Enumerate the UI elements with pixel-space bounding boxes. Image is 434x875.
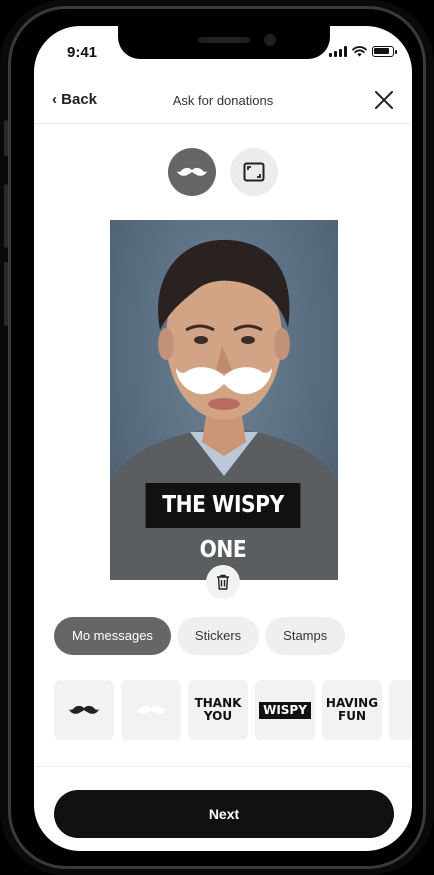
- sticker-category-tabs: Mo messages Stickers Stamps: [54, 617, 346, 655]
- close-icon[interactable]: [372, 88, 396, 112]
- nav-bar: ‹ Back Ask for donations: [34, 84, 412, 124]
- delete-button[interactable]: [206, 565, 240, 599]
- caption-sticker[interactable]: THE WISPY ONE: [145, 483, 301, 563]
- front-camera: [264, 34, 276, 46]
- screen: 9:41 ‹ Back Ask for donations THE WISPY …: [34, 26, 412, 851]
- sticker-mustache[interactable]: [54, 680, 114, 740]
- sticker-line: FUN: [338, 709, 366, 723]
- white-mustache-icon: [136, 705, 166, 714]
- sticker-picker: THANK YOU WISPY HAVING FUN: [54, 680, 412, 740]
- sticker-label: WISPY: [259, 701, 311, 719]
- footer-divider: [34, 766, 412, 767]
- phone-frame: 9:41 ‹ Back Ask for donations THE WISPY …: [0, 0, 434, 875]
- sticker-partial[interactable]: [389, 680, 412, 740]
- tab-mo-messages[interactable]: Mo messages: [54, 617, 171, 655]
- next-button[interactable]: Next: [54, 790, 394, 838]
- notch: [118, 26, 330, 59]
- mustache-mode-button[interactable]: [168, 148, 216, 196]
- page-title: Ask for donations: [172, 93, 274, 108]
- sticker-thank-you[interactable]: THANK YOU: [188, 680, 248, 740]
- donation-photo: THE WISPY ONE: [110, 220, 338, 580]
- sticker-white-mustache[interactable]: [121, 680, 181, 740]
- tab-stamps[interactable]: Stamps: [265, 617, 346, 655]
- crop-frame-icon: [243, 162, 265, 182]
- tab-stickers[interactable]: Stickers: [176, 617, 260, 655]
- trash-icon: [217, 574, 229, 590]
- signal-icon: [329, 46, 347, 57]
- sticker-line: YOU: [203, 709, 233, 723]
- battery-icon: [372, 46, 397, 57]
- wifi-icon: [352, 46, 367, 57]
- status-icons: [329, 46, 397, 57]
- sticker-wispy[interactable]: WISPY: [255, 680, 315, 740]
- speaker-grille: [198, 37, 250, 43]
- mustache-icon: [69, 705, 99, 714]
- sticker-having-fun[interactable]: HAVING FUN: [322, 680, 382, 740]
- crop-mode-button[interactable]: [230, 148, 278, 196]
- status-time: 9:41: [67, 44, 98, 61]
- sticker-text: HAVING FUN: [326, 697, 378, 723]
- mustache-icon: [177, 167, 207, 176]
- sticker-text: THANK YOU: [195, 697, 242, 723]
